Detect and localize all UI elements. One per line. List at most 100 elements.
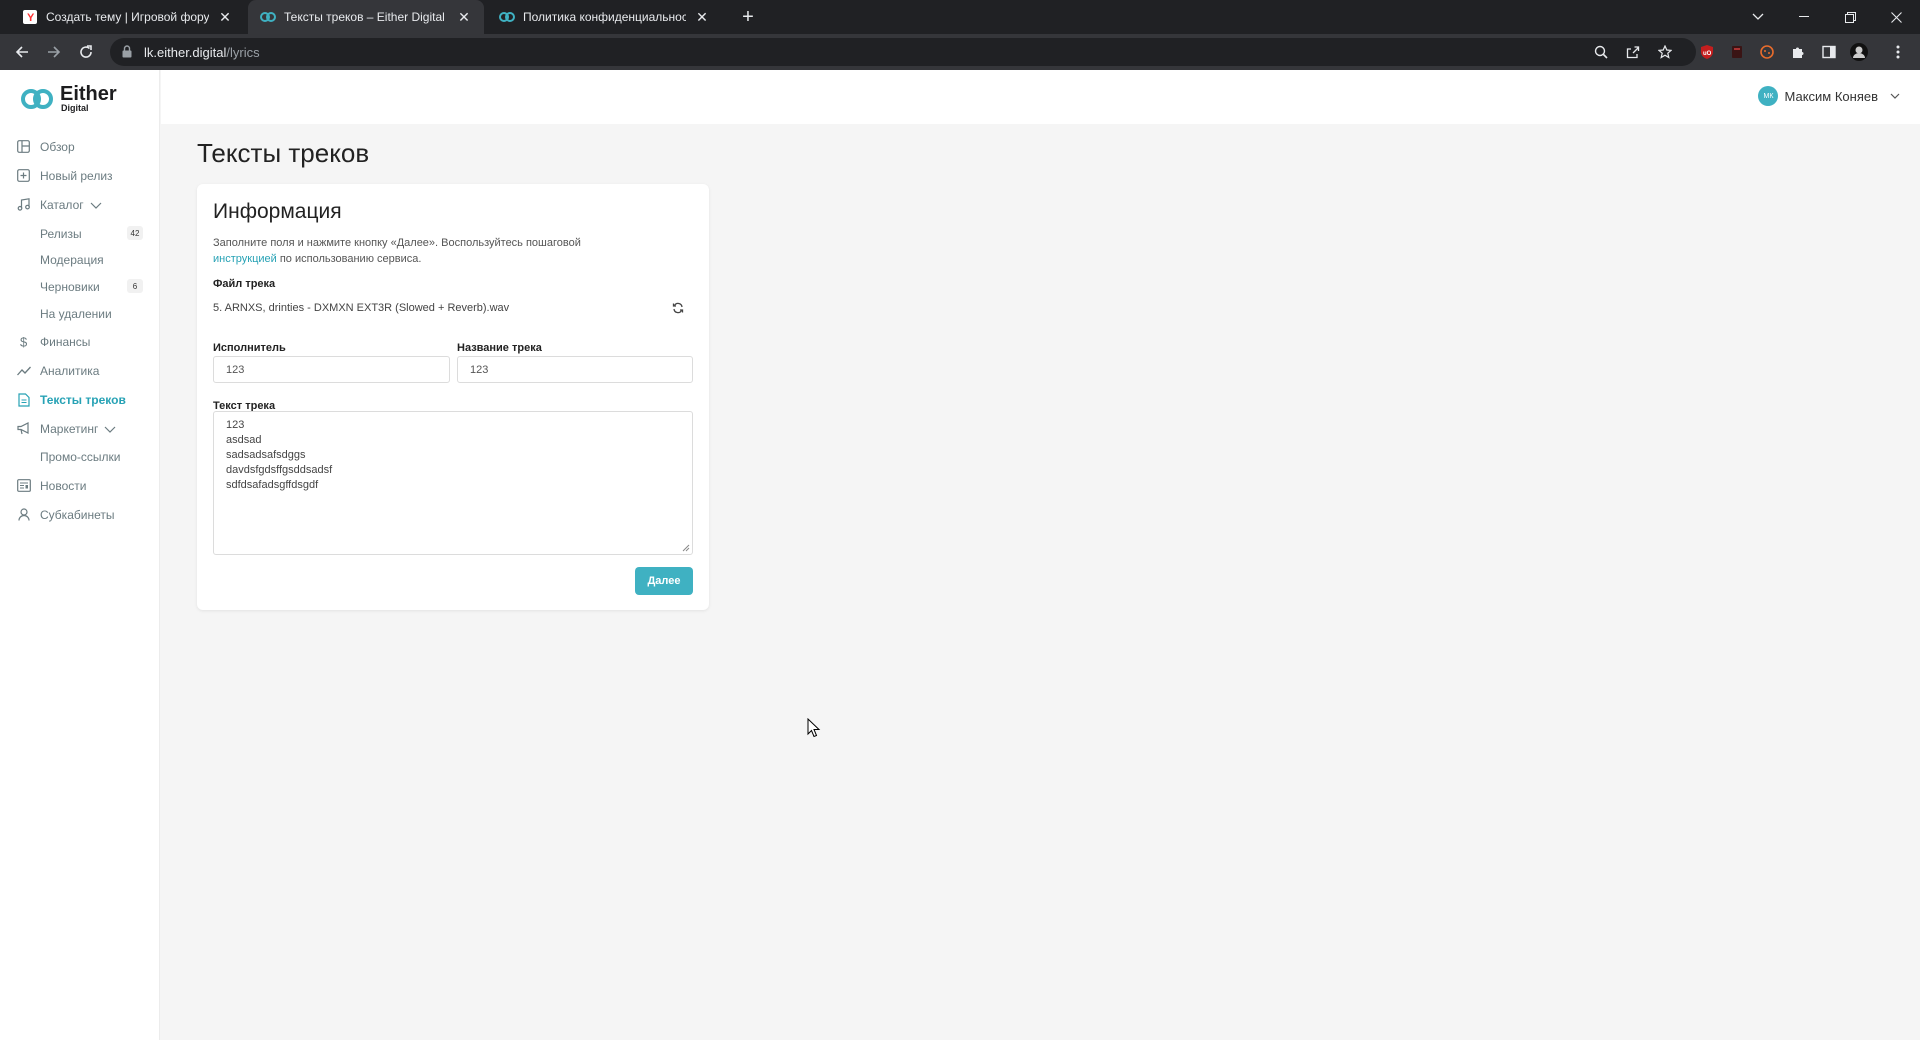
url-path: /lyrics — [226, 44, 260, 60]
browser-tab-bar: Y Создать тему | Игровой форум ✕ Тексты … — [0, 0, 1920, 34]
chevron-down-icon — [1890, 93, 1900, 99]
next-button[interactable]: Далее — [635, 567, 693, 595]
sidebar-item-lyrics[interactable]: Тексты треков — [16, 392, 126, 407]
user-icon — [16, 507, 31, 522]
close-icon[interactable]: ✕ — [456, 9, 472, 25]
file-label: Файл трека — [213, 278, 276, 290]
page-title: Тексты треков — [197, 138, 370, 168]
lyrics-line: sadsadsafsdggs — [226, 449, 306, 461]
sidebar-subitem-drafts[interactable]: Черновики — [40, 280, 100, 294]
logo-subword: Digital — [61, 103, 89, 113]
svg-text:$: $ — [20, 335, 28, 348]
lyrics-line: davdsfgdsffgsddsadsf — [226, 464, 333, 476]
sidebar-item-label: На удалении — [40, 307, 112, 321]
releases-count-badge: 42 — [127, 226, 143, 240]
refresh-icon[interactable] — [672, 302, 684, 314]
dashboard-icon — [16, 139, 31, 154]
sidebar-item-label: Маркетинг — [40, 421, 99, 436]
restore-icon[interactable] — [1828, 0, 1872, 34]
sidebar-item-label: Новый релиз — [40, 168, 113, 183]
ublock-extension-icon[interactable]: uO — [1697, 42, 1717, 62]
sidebar-item-label: Модерация — [40, 253, 104, 267]
lyrics-line: sdfdsafadsgffdsgdf — [226, 479, 319, 491]
either-logo-icon — [21, 88, 53, 109]
tab-lyrics[interactable]: Тексты треков – Either Digital ✕ — [248, 0, 484, 34]
track-name-label: Название трека — [457, 342, 542, 354]
close-icon[interactable]: ✕ — [217, 9, 233, 25]
artist-input[interactable]: 123 — [213, 356, 450, 383]
forward-icon[interactable] — [42, 40, 66, 64]
side-panel-icon[interactable] — [1819, 42, 1839, 62]
either-digital-logo[interactable]: Either Digital — [20, 84, 117, 113]
sidebar: Either Digital Обзор Новый релиз Каталог — [0, 70, 160, 1040]
bookmark-star-icon[interactable] — [1657, 44, 1673, 60]
tab-search-icon[interactable] — [1736, 0, 1780, 34]
top-header: МК Максим Коняев — [161, 70, 1920, 124]
browser-toolbar: lk.either.digital/lyrics uO — [0, 34, 1920, 70]
track-name-input[interactable]: 123 — [457, 356, 693, 383]
sidebar-item-overview[interactable]: Обзор — [16, 139, 75, 154]
chart-line-icon — [16, 363, 31, 378]
sidebar-item-label: Каталог — [40, 197, 84, 212]
zoom-icon[interactable] — [1593, 44, 1609, 60]
extensions-puzzle-icon[interactable] — [1788, 42, 1808, 62]
sidebar-item-subaccounts[interactable]: Субкабинеты — [16, 507, 114, 522]
back-icon[interactable] — [10, 40, 34, 64]
cookie-extension-icon[interactable] — [1757, 42, 1777, 62]
sidebar-item-analytics[interactable]: Аналитика — [16, 363, 99, 378]
user-name: Максим Коняев — [1784, 88, 1878, 104]
sidebar-item-label: Промо-ссылки — [40, 450, 121, 464]
description-text-tail: по использованию сервиса. — [276, 253, 422, 265]
user-menu[interactable]: МК Максим Коняев — [1758, 86, 1900, 106]
sidebar-subitem-deletion[interactable]: На удалении — [40, 307, 112, 321]
tab-title: Тексты треков – Either Digital — [284, 10, 445, 24]
music-note-icon — [16, 197, 31, 212]
sidebar-item-label: Финансы — [40, 334, 91, 349]
url-host: lk.either.digital — [144, 44, 227, 60]
resize-handle-icon[interactable] — [682, 544, 690, 552]
newspaper-icon — [16, 478, 31, 493]
document-icon — [16, 392, 31, 407]
sidebar-subitem-releases[interactable]: Релизы — [40, 227, 82, 241]
yandex-icon: Y — [22, 9, 38, 25]
sidebar-item-label: Черновики — [40, 280, 100, 294]
card-title: Информация — [213, 200, 342, 223]
sidebar-item-finance[interactable]: $ Финансы — [16, 334, 90, 349]
lyrics-line: asdsad — [226, 434, 262, 446]
track-file-name: 5. ARNXS, drinties - DXMXN EXT3R (Slowed… — [213, 302, 510, 314]
instructions-link[interactable]: инструкцией — [213, 253, 277, 265]
lyrics-textarea[interactable]: 123 asdsad sadsadsafsdggs davdsfgdsffgsd… — [213, 411, 693, 555]
bookmark-extension-icon[interactable] — [1727, 42, 1747, 62]
sidebar-item-label: Новости — [40, 478, 87, 493]
avatar: МК — [1758, 86, 1779, 106]
either-logo-icon — [499, 9, 515, 25]
reload-icon[interactable] — [74, 40, 98, 64]
tab-forum[interactable]: Y Создать тему | Игровой форум ✕ — [10, 0, 245, 34]
sidebar-item-catalog[interactable]: Каталог — [16, 197, 102, 212]
sidebar-item-label: Тексты треков — [40, 392, 126, 407]
dollar-icon: $ — [16, 334, 31, 349]
logo-text: Either Digital — [60, 84, 117, 113]
sidebar-subitem-promo-links[interactable]: Промо-ссылки — [40, 450, 120, 464]
menu-dots-icon[interactable] — [1888, 42, 1908, 62]
tab-title: Создать тему | Игровой форум — [46, 10, 209, 24]
svg-text:Y: Y — [27, 12, 35, 24]
close-window-icon[interactable] — [1874, 0, 1918, 34]
minimize-icon[interactable] — [1782, 0, 1826, 34]
sidebar-item-marketing[interactable]: Маркетинг — [16, 421, 116, 436]
sidebar-item-news[interactable]: Новости — [16, 478, 86, 493]
share-icon[interactable] — [1625, 44, 1641, 60]
sidebar-item-label: Обзор — [40, 139, 75, 154]
close-icon[interactable]: ✕ — [694, 9, 710, 25]
profile-avatar-icon[interactable] — [1849, 42, 1869, 62]
sidebar-item-new-release[interactable]: Новый релиз — [16, 168, 113, 183]
tab-title: Политика конфиденциальности — [523, 10, 686, 24]
page: Either Digital Обзор Новый релиз Каталог — [0, 70, 1920, 1040]
sidebar-subitem-moderation[interactable]: Модерация — [40, 253, 104, 267]
mouse-cursor-icon — [807, 718, 821, 738]
artist-label: Исполнитель — [213, 342, 286, 354]
tab-privacy[interactable]: Политика конфиденциальности ✕ — [487, 0, 722, 34]
address-bar[interactable]: lk.either.digital/lyrics — [110, 38, 1696, 66]
new-tab-button[interactable]: + — [737, 7, 759, 29]
info-card: Информация Заполните поля и нажмите кноп… — [197, 184, 709, 610]
